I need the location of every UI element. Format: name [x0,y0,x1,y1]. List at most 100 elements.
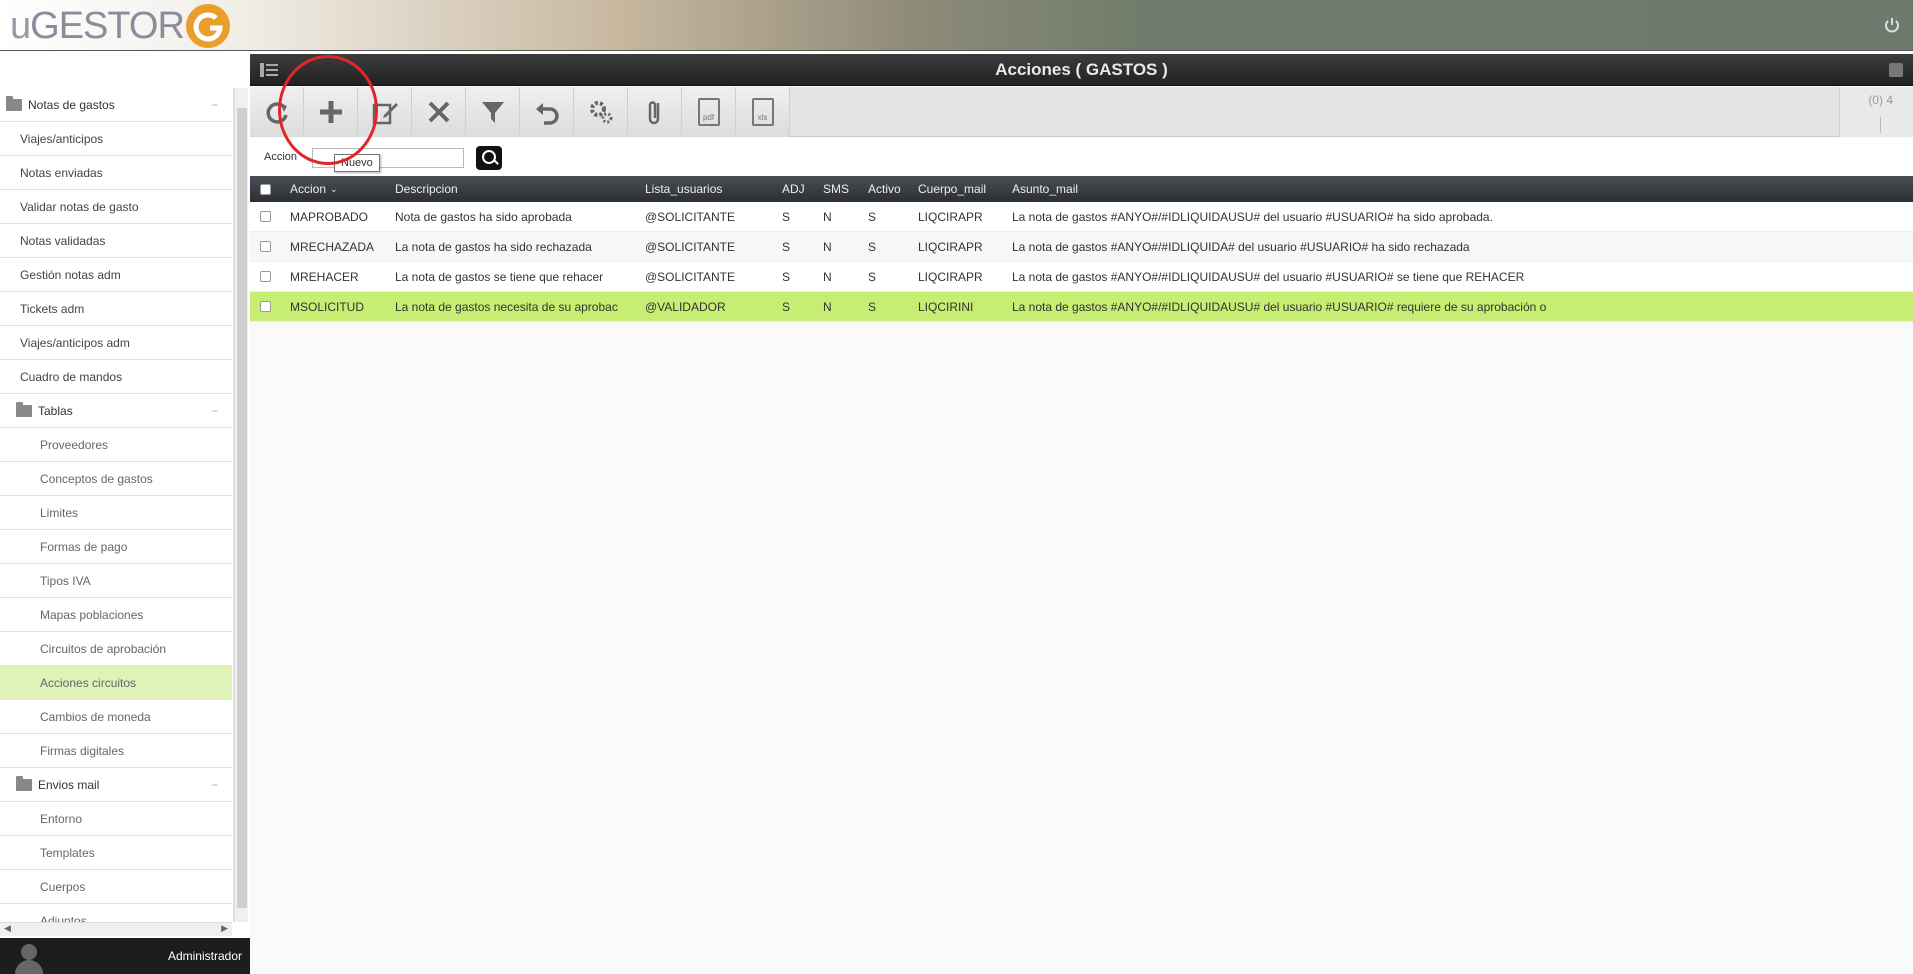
sidebar-item-label: Circuitos de aprobación [40,641,167,656]
row-checkbox[interactable] [260,211,271,222]
sidebar-item-8[interactable]: Cuadro de mandos [0,360,232,394]
column-header-1[interactable]: Descripcion [395,176,458,202]
sidebar-item-22[interactable]: Templates [0,836,232,870]
edit-button[interactable] [358,87,412,137]
undo-button[interactable] [520,87,574,137]
new-button[interactable] [304,87,358,137]
table-cell: MAPROBADO [290,209,369,224]
sidebar-item-19[interactable]: Firmas digitales [0,734,232,768]
logo-text: uGESTOR [10,4,185,47]
filter-label: Accion [264,151,298,163]
sidebar-item-17[interactable]: Acciones circuitos [0,666,232,700]
sidebar-item-label: Cuadro de mandos [20,369,123,384]
column-header-label: Descripcion [395,182,458,196]
sidebar-item-1[interactable]: Viajes/anticipos [0,122,232,156]
collapse-icon[interactable]: − [211,98,218,112]
column-header-0[interactable]: Accion ⌄ [290,176,338,202]
column-header-label: Accion [290,182,327,196]
sidebar-hscrollbar[interactable]: ◀ ▶ [0,922,232,936]
scroll-left-icon[interactable]: ◀ [4,923,11,934]
search-button[interactable] [476,146,502,170]
sidebar-item-16[interactable]: Circuitos de aprobación [0,632,232,666]
refresh-button[interactable] [250,87,304,137]
sidebar-item-10[interactable]: Proveedores [0,428,232,462]
table-cell: La nota de gastos #ANYO#/#IDLIQUIDAUSU# … [1012,209,1493,224]
pager-divider [1880,117,1881,133]
sidebar-item-13[interactable]: Formas de pago [0,530,232,564]
sidebar-item-5[interactable]: Gestión notas adm [0,258,232,292]
column-header-4[interactable]: SMS [823,176,849,202]
table-cell: Nota de gastos ha sido aprobada [395,209,572,224]
table-row[interactable]: MREHACER La nota de gastos se tiene que r… [250,262,1913,292]
scrollbar-thumb[interactable] [237,108,247,908]
table-cell: @SOLICITANTE [645,269,735,284]
table-cell: S [782,209,791,224]
grid-header: Accion ⌄ Descripcion Lista_usuarios ADJ SMS Ac… [250,176,1913,202]
sidebar-item-label: Mapas poblaciones [40,607,144,622]
row-checkbox[interactable] [260,271,271,282]
table-cell: MSOLICITUD [290,299,365,314]
sidebar-scrollbar[interactable] [234,88,248,922]
attach-button[interactable] [628,87,682,137]
column-header-5[interactable]: Activo [868,176,901,202]
table-cell: S [868,209,877,224]
table-cell: S [868,239,877,254]
filter-icon [481,102,504,123]
xls-button[interactable]: xls [736,87,790,137]
sidebar-item-label: Viajes/anticipos [20,131,104,146]
sidebar-item-23[interactable]: Cuerpos [0,870,232,904]
table-cell: LIQCIRAPR [918,269,983,284]
sidebar-item-6[interactable]: Tickets adm [0,292,232,326]
sidebar-item-3[interactable]: Validar notas de gasto [0,190,232,224]
sidebar-item-14[interactable]: Tipos IVA [0,564,232,598]
row-checkbox-cell [260,232,271,261]
sidebar-item-label: Tickets adm [20,301,85,316]
table-cell: S [782,239,791,254]
sort-desc-icon: ⌄ [330,183,338,194]
pdf-icon: pdf [697,98,720,126]
pdf-button[interactable]: pdf [682,87,736,137]
gears-icon [589,101,612,124]
column-header-label: Asunto_mail [1012,182,1079,196]
data-grid: Accion ⌄ Descripcion Lista_usuarios ADJ SMS Ac… [250,176,1913,322]
row-checkbox[interactable] [260,301,271,312]
table-row[interactable]: MRECHAZADA La nota de gastos ha sido rech… [250,232,1913,262]
pin-icon[interactable] [1889,63,1903,77]
delete-button[interactable] [412,87,466,137]
sidebar-item-7[interactable]: Viajes/anticipos adm [0,326,232,360]
select-all-checkbox[interactable] [260,183,271,195]
sidebar-item-18[interactable]: Cambios de moneda [0,700,232,734]
sidebar-item-label: Gestión notas adm [20,267,121,282]
column-header-7[interactable]: Asunto_mail [1012,176,1078,202]
sidebar-item-2[interactable]: Notas enviadas [0,156,232,190]
sidebar-group-9[interactable]: Tablas − [0,394,232,428]
collapse-icon[interactable]: − [211,778,218,792]
sidebar-item-12[interactable]: Limites [0,496,232,530]
avatar [12,942,46,974]
filter-button[interactable] [466,87,520,137]
collapse-icon[interactable]: − [211,404,218,418]
column-header-3[interactable]: ADJ [782,176,805,202]
row-checkbox[interactable] [260,241,271,252]
power-icon[interactable] [1883,16,1901,34]
sidebar-item-label: Formas de pago [40,539,128,554]
sidebar-item-11[interactable]: Conceptos de gastos [0,462,232,496]
sidebar-item-24[interactable]: Adjuntos [0,904,232,923]
new-tooltip: Nuevo [334,154,380,172]
row-checkbox-cell [260,202,271,231]
sidebar-item-15[interactable]: Mapas poblaciones [0,598,232,632]
table-cell: S [868,299,877,314]
sidebar-item-4[interactable]: Notas validadas [0,224,232,258]
sidebar-group-20[interactable]: Envios mail − [0,768,232,802]
settings-button[interactable] [574,87,628,137]
sidebar-group-0[interactable]: Notas de gastos − [0,88,232,122]
table-row[interactable]: MSOLICITUD La nota de gastos necesita de … [250,292,1913,322]
column-header-label: SMS [823,182,850,196]
column-header-6[interactable]: Cuerpo_mail [918,176,986,202]
grid-body: MAPROBADO Nota de gastos ha sido aprobada… [250,202,1913,322]
sidebar-item-21[interactable]: Entorno [0,802,232,836]
column-header-label: Cuerpo_mail [918,182,987,196]
column-header-2[interactable]: Lista_usuarios [645,176,722,202]
table-row[interactable]: MAPROBADO Nota de gastos ha sido aprobada… [250,202,1913,232]
scroll-right-icon[interactable]: ▶ [221,923,228,934]
